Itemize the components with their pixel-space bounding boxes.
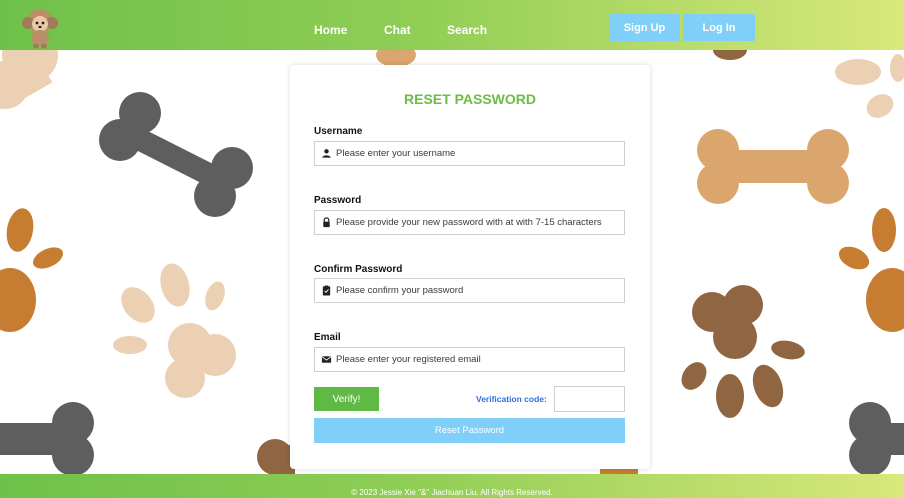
gray-bone-bottom-right <box>849 402 904 476</box>
beige-paw-top-right <box>835 54 904 118</box>
gray-bone <box>99 92 253 217</box>
confirm-password-input[interactable] <box>336 279 622 302</box>
page-title: RESET PASSWORD <box>404 91 536 107</box>
brown-paw-right <box>681 285 805 418</box>
envelope-icon <box>321 356 332 363</box>
email-label: Email <box>314 332 341 343</box>
top-nav-bar: Home Chat Search Sign Up Log In <box>0 0 904 50</box>
nav-search-link[interactable]: Search <box>447 23 487 37</box>
reset-password-card: RESET PASSWORD Username Password Confirm… <box>290 65 650 469</box>
reset-password-button[interactable]: Reset Password <box>314 418 625 443</box>
nav-home-link[interactable]: Home <box>314 23 347 37</box>
beige-paw-left <box>113 263 236 398</box>
password-label: Password <box>314 195 362 206</box>
orange-paw-right <box>838 208 904 332</box>
log-in-button[interactable]: Log In <box>683 14 755 41</box>
username-input[interactable] <box>336 142 622 165</box>
email-field <box>314 347 625 372</box>
tan-bone-right <box>697 129 849 204</box>
copyright-text: © 2023 Jessie Xie "&" Jiachuan Liu. All … <box>351 488 553 497</box>
dog-logo-icon[interactable] <box>18 5 62 49</box>
password-field <box>314 210 625 235</box>
verification-code-label: Verification code: <box>476 394 547 404</box>
clipboard-icon <box>322 285 331 296</box>
username-field <box>314 141 625 166</box>
orange-paw-left <box>0 208 63 332</box>
verify-button[interactable]: Verify! <box>314 387 379 411</box>
sign-up-button[interactable]: Sign Up <box>609 14 680 41</box>
user-icon <box>322 149 331 158</box>
confirm-password-label: Confirm Password <box>314 264 403 275</box>
footer: © 2023 Jessie Xie "&" Jiachuan Liu. All … <box>0 474 904 498</box>
gray-bone-bottom-left <box>0 402 94 476</box>
username-label: Username <box>314 126 363 137</box>
confirm-password-field <box>314 278 625 303</box>
nav-chat-link[interactable]: Chat <box>384 23 411 37</box>
email-input[interactable] <box>336 348 622 371</box>
verification-code-input[interactable] <box>554 386 625 412</box>
password-input[interactable] <box>336 211 622 234</box>
lock-icon <box>323 217 330 228</box>
